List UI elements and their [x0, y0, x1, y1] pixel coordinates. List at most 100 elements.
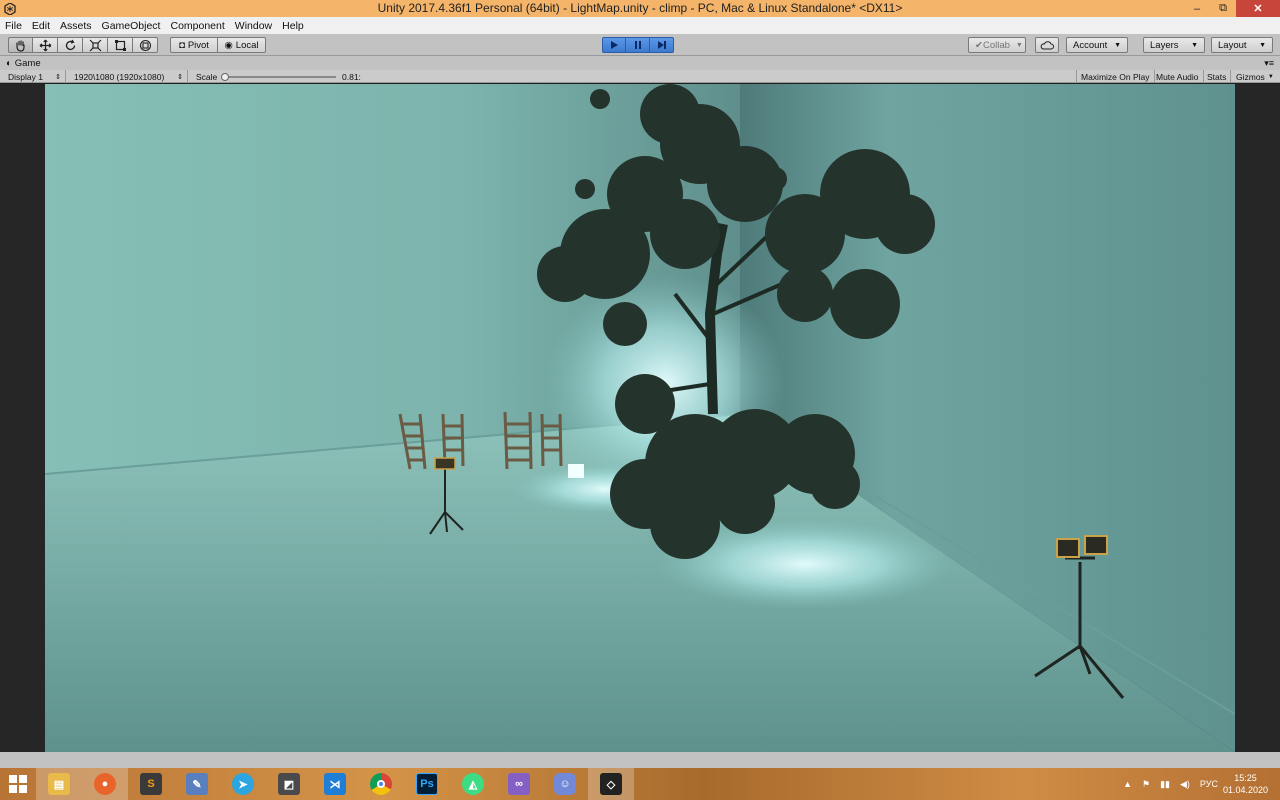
check-icon: ✔	[975, 39, 983, 51]
taskbar-paint[interactable]: ✎	[174, 768, 220, 800]
scene-render-image	[45, 84, 1235, 752]
transform-tool-button[interactable]	[133, 37, 158, 53]
clock-date: 01.04.2020	[1222, 785, 1268, 795]
taskbar-file-explorer[interactable]: ▤	[36, 768, 82, 800]
volume-icon[interactable]: ◀)	[1180, 779, 1190, 790]
editor-bottom-strip	[0, 752, 1280, 768]
cloud-icon	[1040, 40, 1054, 49]
account-dropdown[interactable]: Account ▼	[1066, 37, 1128, 53]
taskbar-chrome[interactable]	[358, 768, 404, 800]
windows-taskbar: ▤ ● S ✎ ➤ ◩ ⋊ Ps ◭ ∞ ☺ ◇ ▲ ⚑ ▮▮ ◀) РУС 1…	[0, 768, 1280, 800]
menu-bar: File Edit Assets GameObject Component Wi…	[0, 17, 1280, 34]
pause-icon	[634, 41, 641, 49]
taskbar-discord[interactable]: ☺	[542, 768, 588, 800]
resolution-dropdown[interactable]: 1920\1080 (1920x1080) ⇕	[70, 70, 188, 83]
mute-audio-toggle[interactable]: Mute Audio	[1152, 70, 1204, 83]
pivot-icon: ◘	[179, 39, 185, 51]
game-view-render[interactable]	[45, 84, 1235, 752]
taskbar-sublime-text[interactable]: S	[128, 768, 174, 800]
clock[interactable]: 15:25 01.04.2020	[1223, 772, 1268, 796]
system-tray: ▲ ⚑ ▮▮ ◀) РУС 15:25 01.04.2020	[1118, 768, 1280, 800]
tab-game[interactable]: ◐ Game	[6, 58, 41, 69]
rect-transform-icon	[114, 39, 126, 51]
paint-icon: ✎	[186, 773, 208, 795]
menu-edit[interactable]: Edit	[32, 20, 50, 32]
step-button[interactable]	[650, 37, 674, 53]
taskbar-unity[interactable]: ◇	[588, 768, 634, 800]
network-icon[interactable]: ▮▮	[1160, 779, 1170, 790]
scale-icon	[89, 39, 101, 51]
play-button[interactable]	[602, 37, 626, 53]
flag-icon[interactable]: ⚑	[1142, 779, 1150, 790]
play-icon	[611, 41, 618, 49]
scale-tool-button[interactable]	[83, 37, 108, 53]
chrome-icon	[370, 773, 392, 795]
taskbar-vscode[interactable]: ⋊	[312, 768, 358, 800]
taskbar-photoshop[interactable]: Ps	[404, 768, 450, 800]
scale-label: Scale	[196, 71, 218, 82]
android-studio-icon: ◭	[462, 773, 484, 795]
rotate-tool-button[interactable]	[58, 37, 83, 53]
stats-toggle[interactable]: Stats	[1203, 70, 1232, 83]
layout-dropdown[interactable]: Layout ▼	[1211, 37, 1273, 53]
hand-icon	[16, 39, 25, 52]
chevron-updown-icon: ⇕	[177, 73, 183, 81]
collab-group: ✔ Collab ▼	[968, 37, 1026, 53]
chevron-down-icon: ▼	[1114, 41, 1121, 49]
photoshop-icon: Ps	[416, 773, 438, 795]
game-view-controls: Display 1 ⇕ 1920\1080 (1920x1080) ⇕ Scal…	[0, 70, 1280, 83]
scale-slider-thumb[interactable]	[221, 73, 229, 81]
menu-gameobject[interactable]: GameObject	[102, 20, 161, 32]
layout-group: Layout ▼	[1211, 37, 1273, 53]
chevron-down-icon: ▼	[1015, 41, 1023, 49]
menu-assets[interactable]: Assets	[60, 20, 92, 32]
rotate-icon	[65, 39, 75, 50]
language-indicator[interactable]: РУС	[1200, 779, 1218, 789]
menu-file[interactable]: File	[5, 20, 22, 32]
firefox-icon: ●	[94, 773, 116, 795]
visual-studio-icon: ∞	[508, 773, 530, 795]
clock-time: 15:25	[1234, 773, 1257, 783]
rect-tool-button[interactable]	[108, 37, 133, 53]
title-bar: Unity 2017.4.36f1 Personal (64bit) - Lig…	[0, 0, 1280, 17]
tab-menu-icon[interactable]: ▾≡	[1264, 58, 1274, 69]
menu-component[interactable]: Component	[170, 20, 224, 32]
vscode-icon: ⋊	[324, 773, 346, 795]
taskbar-visual-studio[interactable]: ∞	[496, 768, 542, 800]
taskbar-firefox[interactable]: ●	[82, 768, 128, 800]
collab-dropdown[interactable]: ✔ Collab ▼	[968, 37, 1026, 53]
telegram-icon: ➤	[232, 773, 254, 795]
taskbar-android-studio[interactable]: ◭	[450, 768, 496, 800]
maximize-button[interactable]: ⧉	[1210, 0, 1236, 17]
account-group: Account ▼	[1066, 37, 1128, 53]
transform-gizmo-icon	[139, 39, 151, 51]
step-icon	[657, 41, 666, 49]
pivot-button[interactable]: ◘ Pivot	[170, 37, 218, 53]
unity-icon: ◇	[600, 773, 622, 795]
minimize-button[interactable]: –	[1184, 0, 1210, 17]
taskbar-telegram[interactable]: ➤	[220, 768, 266, 800]
hand-tool-button[interactable]	[8, 37, 33, 53]
tray-expand-icon[interactable]: ▲	[1123, 779, 1132, 789]
layers-dropdown[interactable]: Layers ▼	[1143, 37, 1205, 53]
menu-help[interactable]: Help	[282, 20, 304, 32]
cloud-group	[1035, 37, 1059, 53]
pause-button[interactable]	[626, 37, 650, 53]
discord-icon: ☺	[554, 773, 576, 795]
start-button[interactable]	[0, 768, 36, 800]
taskbar-screenshot-tool[interactable]: ◩	[266, 768, 312, 800]
cloud-button[interactable]	[1035, 37, 1059, 53]
scale-slider-track[interactable]	[226, 76, 336, 78]
chevron-down-icon: ▼	[1267, 73, 1274, 80]
display-dropdown[interactable]: Display 1 ⇕	[4, 70, 66, 83]
close-button[interactable]: ✕	[1236, 0, 1280, 17]
maximize-on-play-toggle[interactable]: Maximize On Play	[1076, 70, 1155, 83]
sublime-text-icon: S	[140, 773, 162, 795]
main-toolbar: ◘ Pivot ◉ Local ✔ Collab ▼ Account ▼ Lay…	[0, 34, 1280, 56]
screenshot-tool-icon: ◩	[278, 773, 300, 795]
local-button[interactable]: ◉ Local	[218, 37, 266, 53]
playback-controls	[602, 37, 674, 53]
gizmos-dropdown[interactable]: Gizmos ▼	[1232, 70, 1278, 83]
menu-window[interactable]: Window	[235, 20, 272, 32]
move-tool-button[interactable]	[33, 37, 58, 53]
